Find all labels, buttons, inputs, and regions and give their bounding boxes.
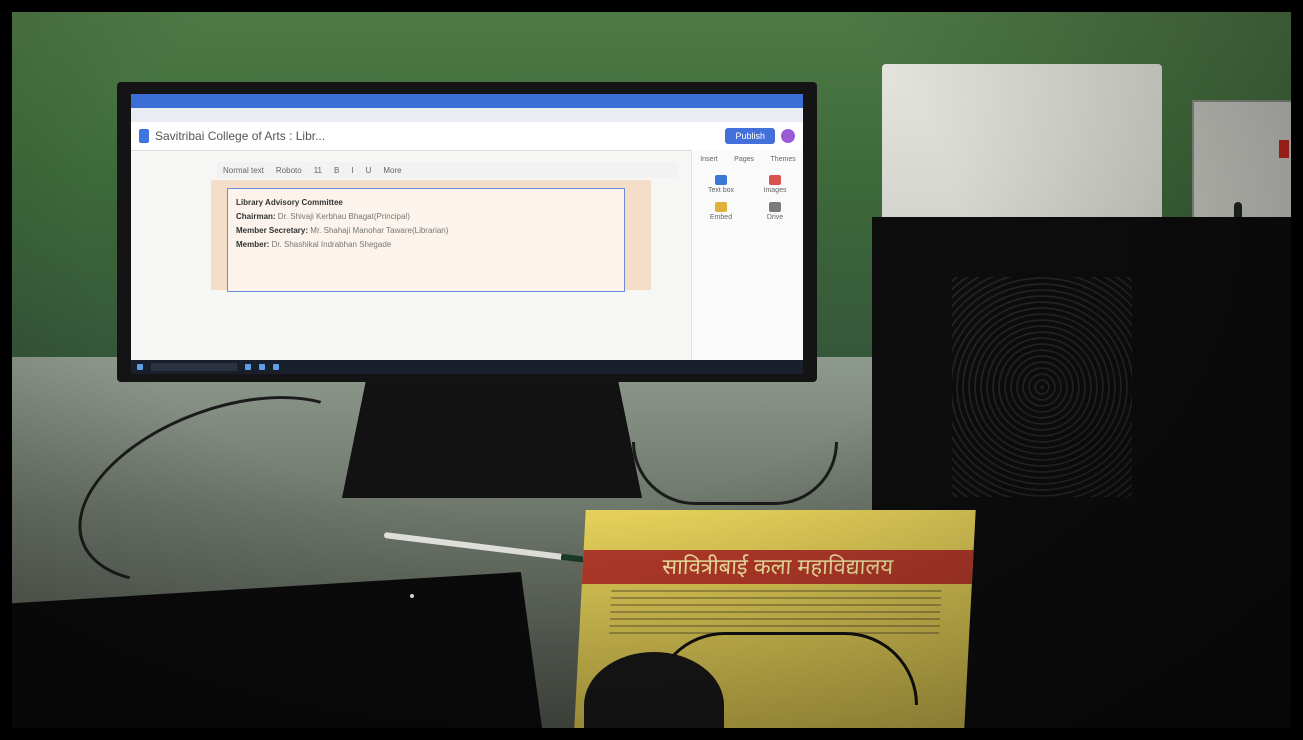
- book-subtitle-lines: [609, 590, 942, 636]
- sites-doc-icon: [139, 129, 149, 143]
- start-icon[interactable]: [137, 364, 143, 370]
- insert-images[interactable]: Images: [752, 175, 798, 194]
- italic-icon[interactable]: I: [351, 166, 353, 175]
- chairman-line: Chairman: Dr. Shivaji Kerbhau Bhagat(Pri…: [236, 212, 410, 221]
- taskbar-app-icon[interactable]: [245, 364, 251, 370]
- publish-button[interactable]: Publish: [725, 128, 775, 144]
- secretary-line: Member Secretary: Mr. Shahaji Manohar Ta…: [236, 226, 449, 235]
- member-line: Member: Dr. Shashikal Indrabhan Shegade: [236, 240, 392, 249]
- avatar[interactable]: [781, 129, 795, 143]
- browser-address-bar[interactable]: [131, 108, 803, 122]
- taskbar-app-icon[interactable]: [273, 364, 279, 370]
- keyboard-led: [410, 594, 414, 598]
- drive-icon: [769, 202, 781, 212]
- text-box[interactable]: Library Advisory Committee Chairman: Dr.…: [227, 188, 625, 292]
- monitor-icon: Savitribai College of Arts : Libr... Pub…: [117, 82, 817, 382]
- taskbar-search[interactable]: [151, 363, 237, 371]
- text-toolbar: Normal text Roboto 11 B I U More: [217, 162, 677, 178]
- doc-title[interactable]: Savitribai College of Arts : Libr...: [155, 129, 325, 143]
- font-select[interactable]: Roboto: [276, 166, 302, 175]
- page-canvas: Library Advisory Committee Chairman: Dr.…: [211, 180, 651, 292]
- committee-heading: Library Advisory Committee: [236, 198, 343, 207]
- monitor-stand: [342, 380, 642, 498]
- monitor-screen: Savitribai College of Arts : Libr... Pub…: [131, 94, 803, 374]
- browser-tab-bar[interactable]: [131, 94, 803, 108]
- book-title: सावित्रीबाई कला महाविद्यालय: [581, 550, 974, 584]
- embed-icon: [715, 202, 727, 212]
- sites-app-bar: Savitribai College of Arts : Libr... Pub…: [131, 122, 803, 151]
- tab-insert[interactable]: Insert: [700, 156, 718, 163]
- tower-grille: [952, 277, 1132, 497]
- text-box-icon: [715, 175, 727, 185]
- photo-frame: Savitribai College of Arts : Libr... Pub…: [0, 0, 1303, 740]
- insert-text-box[interactable]: Text box: [698, 175, 744, 194]
- bold-icon[interactable]: B: [334, 166, 339, 175]
- more-menu[interactable]: More: [383, 166, 401, 175]
- tab-themes[interactable]: Themes: [770, 156, 795, 163]
- side-panel-tabs: Insert Pages Themes: [692, 150, 803, 169]
- insert-embed[interactable]: Embed: [698, 202, 744, 221]
- desk-photo: Savitribai College of Arts : Libr... Pub…: [12, 12, 1291, 728]
- text-style-select[interactable]: Normal text: [223, 166, 264, 175]
- windows-taskbar: [131, 360, 803, 374]
- tab-pages[interactable]: Pages: [734, 156, 754, 163]
- taskbar-app-icon[interactable]: [259, 364, 265, 370]
- font-size-select[interactable]: 11: [314, 166, 322, 175]
- insert-side-panel: Insert Pages Themes Text box Images Embe…: [691, 150, 803, 370]
- underline-icon[interactable]: U: [366, 166, 372, 175]
- cable: [632, 442, 838, 505]
- insert-grid: Text box Images Embed Drive: [692, 169, 803, 227]
- image-icon: [769, 175, 781, 185]
- insert-drive[interactable]: Drive: [752, 202, 798, 221]
- socket-indicator-icon: [1279, 140, 1289, 158]
